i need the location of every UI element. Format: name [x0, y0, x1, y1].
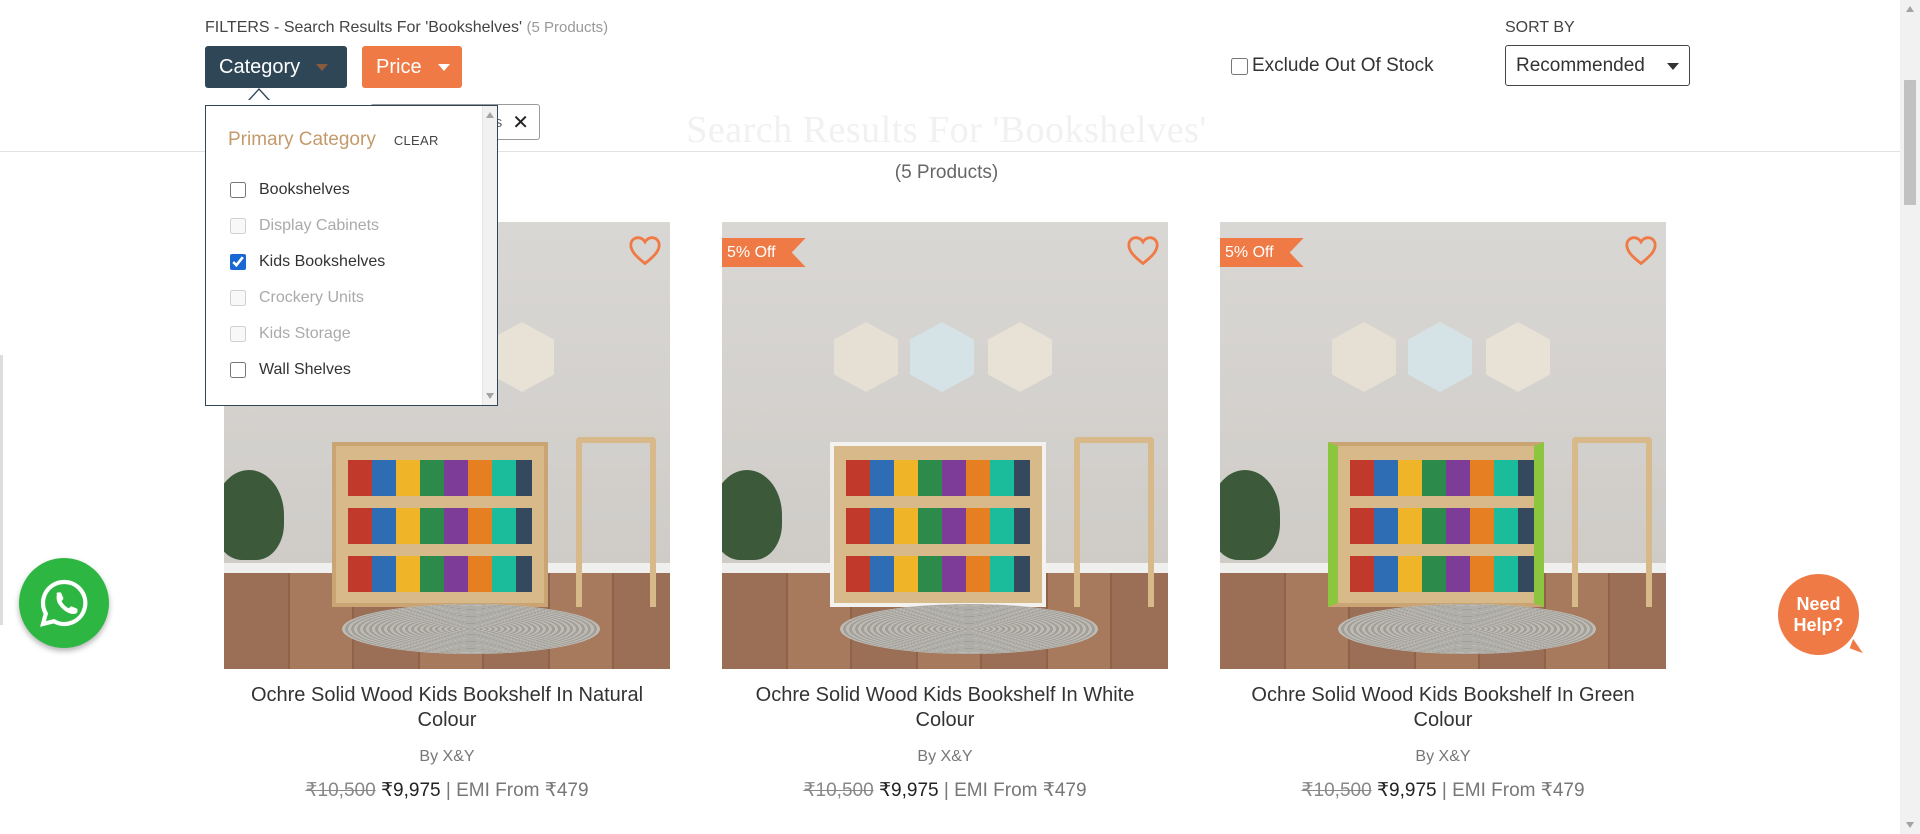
scroll-down-arrow-icon[interactable] [486, 393, 494, 399]
chevron-down-icon [1667, 63, 1679, 70]
dropdown-scrollbar[interactable] [482, 106, 497, 405]
filters-heading-text: FILTERS - Search Results For 'Bookshelve… [205, 19, 523, 36]
category-option-label: Wall Shelves [259, 361, 351, 378]
category-option: Crockery Units [228, 280, 385, 316]
product-brand: By X&Y [917, 748, 973, 765]
dropdown-header: Primary Category CLEAR [228, 129, 439, 151]
exclude-out-of-stock[interactable]: Exclude Out Of Stock [1231, 55, 1434, 77]
scroll-up-arrow-icon[interactable] [486, 112, 494, 118]
whatsapp-button[interactable] [19, 558, 109, 648]
primary-category-title: Primary Category [228, 129, 376, 150]
product-emi: | EMI From ₹479 [1441, 780, 1585, 801]
product-card[interactable]: 5% Off Ochre Solid Wood Kids Bookshelf I… [722, 222, 1168, 802]
whatsapp-icon [40, 579, 88, 627]
page-scrollbar[interactable] [1900, 0, 1920, 834]
category-filter-button[interactable]: Category [205, 46, 347, 88]
product-mrp: ₹10,500 [803, 780, 874, 801]
category-filter-label: Category [219, 55, 301, 78]
product-mrp: ₹10,500 [305, 780, 376, 801]
product-price: ₹9,975 [1376, 780, 1437, 801]
product-emi: | EMI From ₹479 [943, 780, 1087, 801]
exclude-out-of-stock-label: Exclude Out Of Stock [1252, 55, 1434, 76]
category-option-label: Bookshelves [259, 181, 350, 198]
product-price-row: ₹10,500 ₹9,975 | EMI From ₹479 [1220, 779, 1666, 802]
exclude-out-of-stock-checkbox[interactable] [1231, 57, 1248, 75]
product-image[interactable]: 5% Off [722, 222, 1168, 669]
price-filter-label: Price [376, 55, 422, 78]
clear-button[interactable]: CLEAR [394, 133, 439, 148]
product-price-row: ₹10,500 ₹9,975 | EMI From ₹479 [722, 779, 1168, 802]
product-name[interactable]: Ochre Solid Wood Kids Bookshelf In White… [722, 683, 1168, 733]
product-name[interactable]: Ochre Solid Wood Kids Bookshelf In Natur… [224, 683, 670, 733]
filters-heading: FILTERS - Search Results For 'Bookshelve… [205, 19, 608, 37]
category-option[interactable]: Kids Bookshelves [228, 244, 385, 280]
product-brand: By X&Y [1415, 748, 1471, 765]
category-checkbox [230, 326, 246, 342]
category-option: Kids Storage [228, 316, 385, 352]
category-option-label: Kids Bookshelves [259, 253, 386, 270]
price-filter-button[interactable]: Price [362, 46, 462, 88]
category-checkbox [230, 218, 246, 234]
product-price: ₹9,975 [878, 780, 939, 801]
category-option-label: Crockery Units [259, 289, 364, 306]
category-option[interactable]: Bookshelves [228, 172, 385, 208]
wishlist-heart-icon[interactable] [1126, 234, 1160, 266]
product-mrp: ₹10,500 [1301, 780, 1372, 801]
category-option-label: Kids Storage [259, 325, 351, 342]
wishlist-heart-icon[interactable] [628, 234, 662, 266]
product-emi: | EMI From ₹479 [445, 780, 589, 801]
filters-heading-count: (5 Products) [526, 19, 609, 36]
category-option-label: Display Cabinets [259, 217, 380, 234]
chevron-down-icon [316, 63, 329, 71]
scrollbar-thumb[interactable] [1904, 80, 1916, 205]
side-tab-edge [0, 355, 3, 625]
product-card[interactable]: 5% Off Ochre Solid Wood Kids Bookshelf I… [1220, 222, 1666, 802]
product-price: ₹9,975 [380, 780, 441, 801]
need-help-button[interactable]: Need Help? [1778, 574, 1859, 655]
category-checkbox[interactable] [230, 362, 246, 378]
category-checkbox[interactable] [230, 182, 246, 198]
category-option: Display Cabinets [228, 208, 385, 244]
category-checkbox [230, 290, 246, 306]
dropdown-notch [248, 88, 270, 101]
wishlist-heart-icon[interactable] [1624, 234, 1658, 266]
product-price-row: ₹10,500 ₹9,975 | EMI From ₹479 [224, 779, 670, 802]
category-option[interactable]: Wall Shelves [228, 352, 385, 388]
sort-selected-value: Recommended [1516, 54, 1645, 76]
category-option-list: Bookshelves Display Cabinets Kids Booksh… [228, 172, 385, 388]
scroll-down-arrow-icon[interactable] [1906, 822, 1914, 828]
category-dropdown[interactable]: Primary Category CLEAR Bookshelves Displ… [205, 105, 498, 406]
product-name[interactable]: Ochre Solid Wood Kids Bookshelf In Green… [1220, 683, 1666, 733]
page-content: FILTERS - Search Results For 'Bookshelve… [0, 0, 1900, 834]
product-image[interactable]: 5% Off [1220, 222, 1666, 669]
sort-label: SORT BY [1505, 19, 1575, 36]
category-checkbox[interactable] [230, 254, 246, 270]
scroll-up-arrow-icon[interactable] [1906, 6, 1914, 12]
sort-select[interactable]: Recommended [1505, 45, 1690, 86]
product-brand: By X&Y [419, 748, 475, 765]
chevron-down-icon [437, 63, 450, 71]
